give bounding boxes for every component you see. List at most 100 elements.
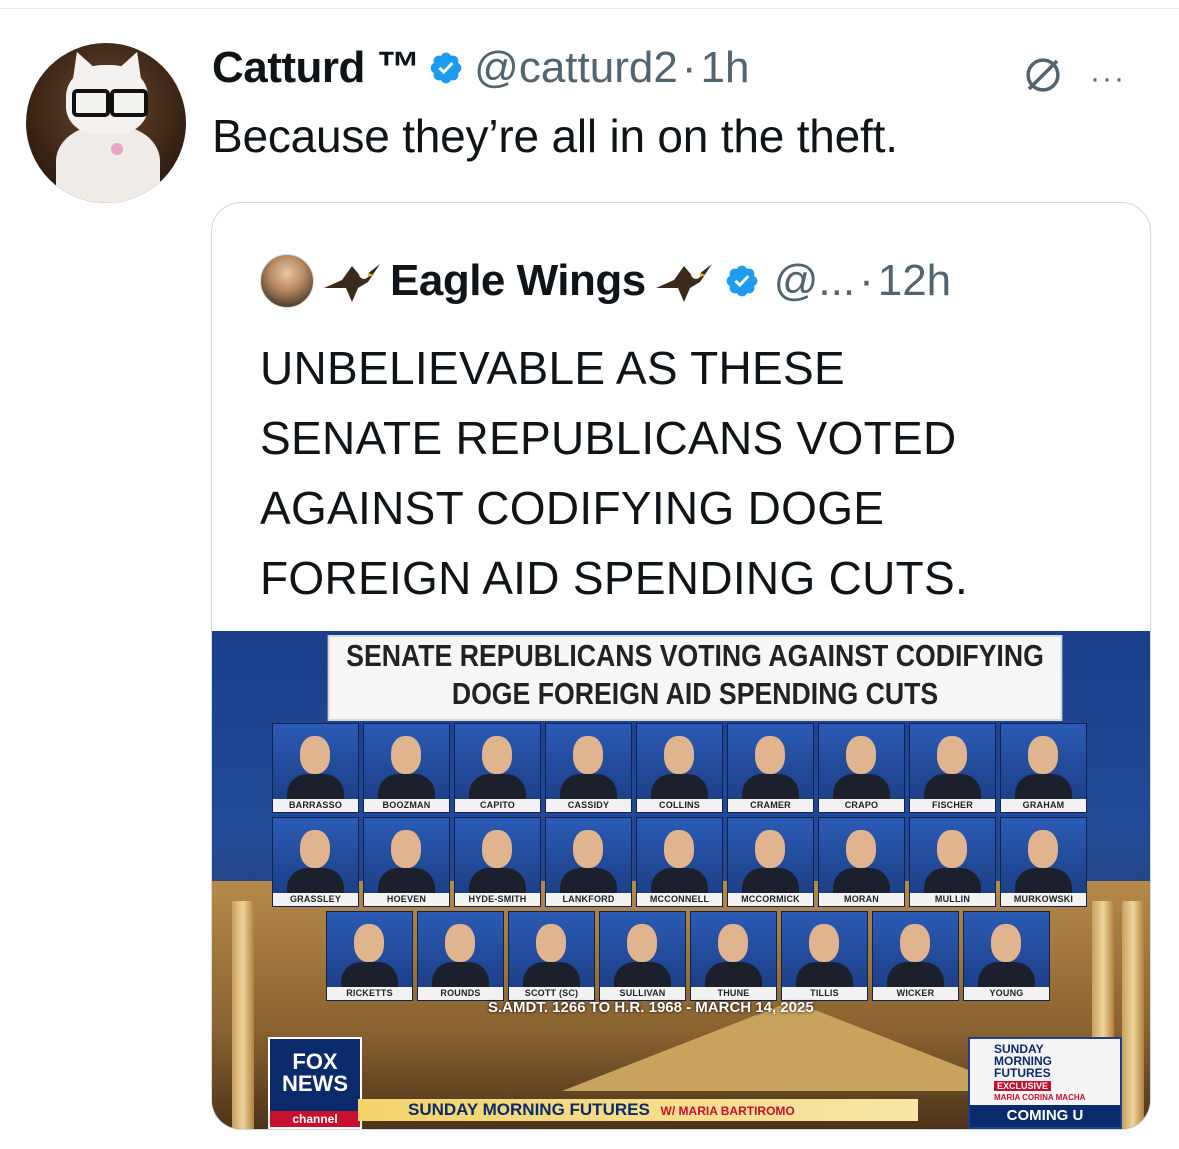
senator-photo: SCOTT (SC) [508,911,595,1001]
senator-face [846,736,876,774]
senator-photo: MCCORMICK [727,817,814,907]
senator-face [846,830,876,868]
senator-name-label: BOOZMAN [364,799,449,812]
senator-row: GRASSLEY HOEVEN HYDE-SMITH LANKFORD MCCONNEL… [272,817,1087,907]
senator-name-label: CASSIDY [546,799,631,812]
senator-face [627,924,657,962]
timestamp[interactable]: 1h [700,43,749,93]
senator-face [391,830,421,868]
quote-timestamp[interactable]: 12h [878,256,951,306]
author-avatar[interactable] [26,43,186,203]
senator-photo: FISCHER [909,723,996,813]
senator-face [755,736,785,774]
lower-third: SUNDAY MORNING FUTURES W/ MARIA BARTIROM… [358,1099,918,1121]
senator-name-label: MCCONNELL [637,893,722,906]
promo-title: SUNDAY MORNING FUTURES [994,1042,1052,1080]
senator-face [900,924,930,962]
senator-face [937,736,967,774]
senator-face [755,830,785,868]
senator-face [300,736,330,774]
promo-box: SUNDAY MORNING FUTURES EXCLUSIVE MARIA C… [968,1037,1122,1129]
banner-text: SENATE REPUBLICANS VOTING AGAINST CODIFY… [346,638,1044,711]
divider [0,8,1179,9]
senator-face [354,924,384,962]
senator-name-label: COLLINS [637,799,722,812]
senator-face [300,830,330,868]
senator-name-label: RICKETTS [327,987,412,1000]
tweet-text: Because they’re all in on the theft. [212,110,898,162]
author-handle[interactable]: @catturd2 [474,43,678,93]
separator: · [681,43,697,92]
senator-face [1028,736,1058,774]
quote-author-avatar[interactable] [260,254,314,308]
senator-photo: YOUNG [963,911,1050,1001]
senator-face [991,924,1021,962]
promo-tag: EXCLUSIVE [994,1081,1052,1091]
more-options-icon[interactable]: ··· [1090,62,1126,96]
senator-photo: HOEVEN [363,817,450,907]
senator-face [573,736,603,774]
senator-photo: TILLIS [781,911,868,1001]
senator-photo: CRAMER [727,723,814,813]
quoted-tweet[interactable]: Eagle Wings @... · 12h UNBELIEVABLE AS T… [211,202,1151,1130]
senator-name-label: FISCHER [910,799,995,812]
senator-face [573,830,603,868]
senator-name-label: HOEVEN [364,893,449,906]
senator-face [391,736,421,774]
separator: · [859,256,874,305]
senator-photo: RICKETTS [326,911,413,1001]
senator-photo: CAPITO [454,723,541,813]
senator-photo: BOOZMAN [363,723,450,813]
quote-text: UNBELIEVABLE AS THESE SENATE REPUBLICANS… [260,342,969,604]
verified-badge-icon [726,265,758,297]
grok-icon[interactable] [1022,54,1064,96]
glasses-lens [110,89,148,117]
fox-news-logo: FOX NEWS channel [268,1037,362,1129]
senator-face [445,924,475,962]
senator-photo: WICKER [872,911,959,1001]
verified-badge-icon [430,52,462,84]
senator-photo: MORAN [818,817,905,907]
promo-guest: MARIA CORINA MACHA [994,1093,1086,1102]
senator-photo: THUNE [690,911,777,1001]
senator-photo: COLLINS [636,723,723,813]
senator-face [664,830,694,868]
senator-face [1028,830,1058,868]
senator-name-label: CRAPO [819,799,904,812]
senator-row: RICKETTS ROUNDS SCOTT (SC) SULLIVAN THUNE TIL… [326,911,1050,1001]
glasses-bridge [106,97,114,101]
senator-name-label: CRAMER [728,799,813,812]
cat-body [56,125,160,203]
quote-author-name[interactable]: Eagle Wings [390,256,646,306]
senator-face [536,924,566,962]
senator-photo: MULLIN [909,817,996,907]
senator-photo: ROUNDS [417,911,504,1001]
promo-coming: COMING U [970,1105,1120,1127]
author-name[interactable]: Catturd ™ [212,43,421,93]
senator-face [809,924,839,962]
senator-face [718,924,748,962]
collar-bell [111,143,123,155]
logo-fox: FOX [292,1049,338,1074]
senator-face [664,736,694,774]
senator-face [937,830,967,868]
image-banner: SENATE REPUBLICANS VOTING AGAINST CODIFY… [327,635,1063,721]
senator-name-label: MURKOWSKI [1001,893,1086,906]
senator-face [482,830,512,868]
senator-photo: GRASSLEY [272,817,359,907]
show-host: W/ MARIA BARTIROMO [660,1104,795,1118]
senator-name-label: BARRASSO [273,799,358,812]
senator-photo: MCCONNELL [636,817,723,907]
attached-image[interactable]: SENATE REPUBLICANS VOTING AGAINST CODIFY… [212,631,1150,1129]
quote-header: Eagle Wings @... · 12h [260,251,951,311]
senator-photo: CRAPO [818,723,905,813]
senator-name-label: HYDE-SMITH [455,893,540,906]
senator-photo: LANKFORD [545,817,632,907]
senator-row: BARRASSO BOOZMAN CAPITO CASSIDY COLLINS CRAME… [272,723,1087,813]
senator-name-label: CAPITO [455,799,540,812]
senator-name-label: MORAN [819,893,904,906]
quote-author-handle[interactable]: @... [774,256,855,306]
column [232,901,254,1129]
senator-photo: BARRASSO [272,723,359,813]
senator-photo: HYDE-SMITH [454,817,541,907]
